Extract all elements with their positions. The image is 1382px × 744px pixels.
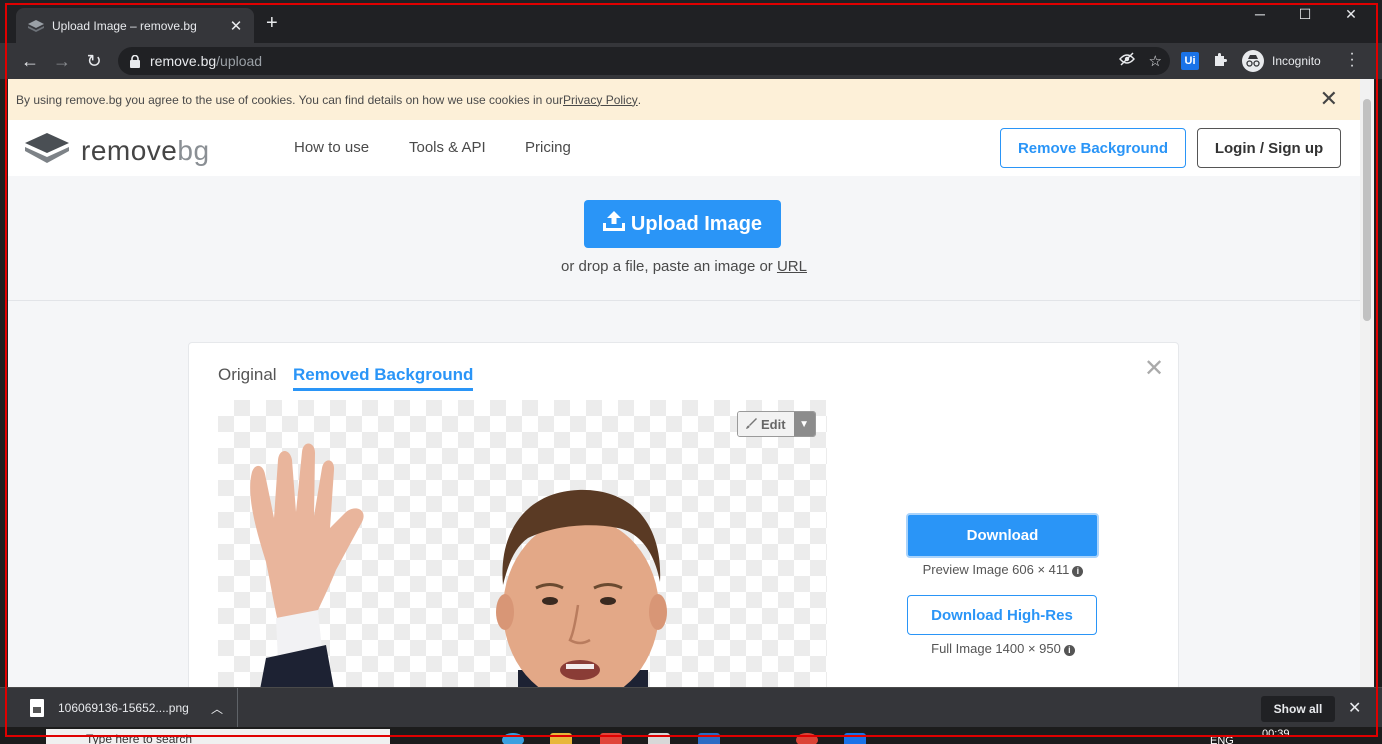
edit-dropdown: Edit ▼ — [737, 411, 816, 437]
windows-taskbar: Type here to search ENG 00:39 — [0, 727, 1382, 744]
tab-title: Upload Image – remove.bg — [52, 18, 197, 33]
preview-info-text: Preview Image 606 × 411 — [922, 562, 1070, 577]
upload-section: Upload Image or drop a file, paste an im… — [8, 176, 1360, 301]
logo-text-remove: remove — [81, 134, 178, 166]
page-viewport: By using remove.bg you agree to the use … — [8, 79, 1360, 687]
brush-icon — [746, 417, 757, 432]
clock[interactable]: 00:39 — [1262, 728, 1290, 740]
full-info-text: Full Image 1400 × 950 — [931, 641, 1061, 656]
url-path: /upload — [216, 53, 263, 69]
uipath-icon[interactable] — [844, 733, 866, 744]
language-indicator[interactable]: ENG — [1210, 735, 1234, 744]
upload-icon — [602, 211, 625, 237]
nav-pricing[interactable]: Pricing — [525, 139, 571, 156]
download-item[interactable]: 106069136-15652....png ︿ — [22, 688, 238, 728]
logo-text-bg: bg — [177, 134, 210, 166]
extensions-puzzle-icon[interactable] — [1212, 52, 1228, 72]
chevron-up-icon[interactable]: ︿ — [211, 700, 223, 717]
removebg-favicon-icon — [28, 18, 44, 34]
new-tab-button[interactable]: + — [266, 13, 278, 33]
remove-background-button[interactable]: Remove Background — [1000, 128, 1186, 168]
incognito-label: Incognito — [1272, 54, 1321, 68]
download-high-res-button[interactable]: Download High-Res — [907, 595, 1097, 635]
address-bar[interactable]: remove.bg /upload ☆ — [118, 47, 1170, 75]
cookie-text: By using remove.bg you agree to the use … — [16, 92, 564, 107]
page-scrollbar[interactable] — [1360, 79, 1374, 687]
removebg-logo[interactable]: removebg — [25, 133, 210, 168]
edit-button[interactable]: Edit — [738, 412, 794, 436]
eye-off-icon[interactable] — [1118, 52, 1135, 70]
site-header: removebg How to use Tools & API Pricing … — [8, 120, 1360, 176]
browser-titlebar: Upload Image – remove.bg ✕ + ─ ☐ ✕ — [0, 0, 1382, 43]
tab-removed-background[interactable]: Removed Background — [293, 365, 474, 391]
incognito-badge[interactable]: Incognito — [1242, 50, 1321, 72]
cookie-close-icon[interactable]: ✕ — [1320, 88, 1338, 110]
caret-down-icon[interactable]: ▼ — [793, 412, 815, 436]
browser-tab[interactable]: Upload Image – remove.bg ✕ — [16, 8, 254, 43]
incognito-icon — [1242, 50, 1264, 72]
cookie-suffix: . — [637, 92, 642, 107]
preview-image-info: Preview Image 606 × 411 i — [878, 562, 1128, 577]
bookmark-star-icon[interactable]: ☆ — [1149, 52, 1162, 70]
privacy-policy-link[interactable]: Privacy Policy — [563, 93, 638, 107]
download-shelf: 106069136-15652....png ︿ Show all ✕ — [0, 687, 1382, 728]
app-icon[interactable] — [600, 733, 622, 744]
result-image-preview: Edit ▼ — [218, 400, 827, 687]
download-file-name: 106069136-15652....png — [58, 701, 189, 715]
tab-original[interactable]: Original — [218, 365, 277, 385]
back-arrow-icon[interactable]: ← — [19, 50, 41, 72]
info-icon[interactable]: i — [1063, 645, 1075, 656]
store-icon[interactable] — [648, 733, 670, 744]
extension-ui-icon[interactable]: Ui — [1181, 52, 1199, 70]
nav-how-to-use[interactable]: How to use — [294, 139, 369, 156]
info-icon[interactable]: i — [1072, 566, 1084, 577]
chrome-icon[interactable] — [796, 733, 818, 744]
card-close-icon[interactable]: ✕ — [1144, 357, 1164, 381]
maximize-icon[interactable]: ☐ — [1290, 6, 1320, 23]
upload-hint: or drop a file, paste an image or URL — [8, 258, 1360, 275]
file-icon — [30, 699, 44, 717]
browser-toolbar: ← → ↻ remove.bg /upload ☆ Ui Incognito ·… — [0, 43, 1382, 79]
minimize-icon[interactable]: ─ — [1245, 6, 1275, 22]
url-host: remove.bg — [150, 53, 217, 69]
chrome-menu-icon[interactable]: · · · — [1346, 46, 1358, 74]
cookie-banner: By using remove.bg you agree to the use … — [8, 79, 1360, 120]
download-shelf-close-icon[interactable]: ✕ — [1348, 698, 1361, 718]
upload-image-button[interactable]: Upload Image — [584, 200, 781, 248]
reload-icon[interactable]: ↻ — [83, 50, 105, 72]
login-signup-button[interactable]: Login / Sign up — [1197, 128, 1341, 168]
nav-tools-api[interactable]: Tools & API — [409, 139, 486, 156]
full-image-info: Full Image 1400 × 950 i — [878, 641, 1128, 656]
download-button[interactable]: Download — [906, 513, 1099, 558]
person-cutout-image — [250, 443, 667, 687]
taskbar-search-box[interactable]: Type here to search — [46, 729, 390, 744]
window-close-icon[interactable]: ✕ — [1336, 6, 1366, 23]
show-all-button[interactable]: Show all — [1261, 696, 1335, 722]
forward-arrow-icon[interactable]: → — [51, 50, 73, 72]
scrollbar-thumb[interactable] — [1363, 99, 1371, 321]
logo-layers-icon — [25, 133, 69, 168]
edit-label: Edit — [761, 416, 786, 432]
mail-icon[interactable] — [698, 733, 720, 744]
lock-icon — [130, 54, 140, 68]
url-link[interactable]: URL — [777, 258, 807, 275]
tab-close-icon[interactable]: ✕ — [228, 17, 244, 35]
upload-image-label: Upload Image — [630, 212, 763, 235]
edge-icon[interactable] — [502, 733, 524, 744]
file-explorer-icon[interactable] — [550, 733, 572, 744]
upload-hint-text: or drop a file, paste an image or — [561, 258, 777, 275]
